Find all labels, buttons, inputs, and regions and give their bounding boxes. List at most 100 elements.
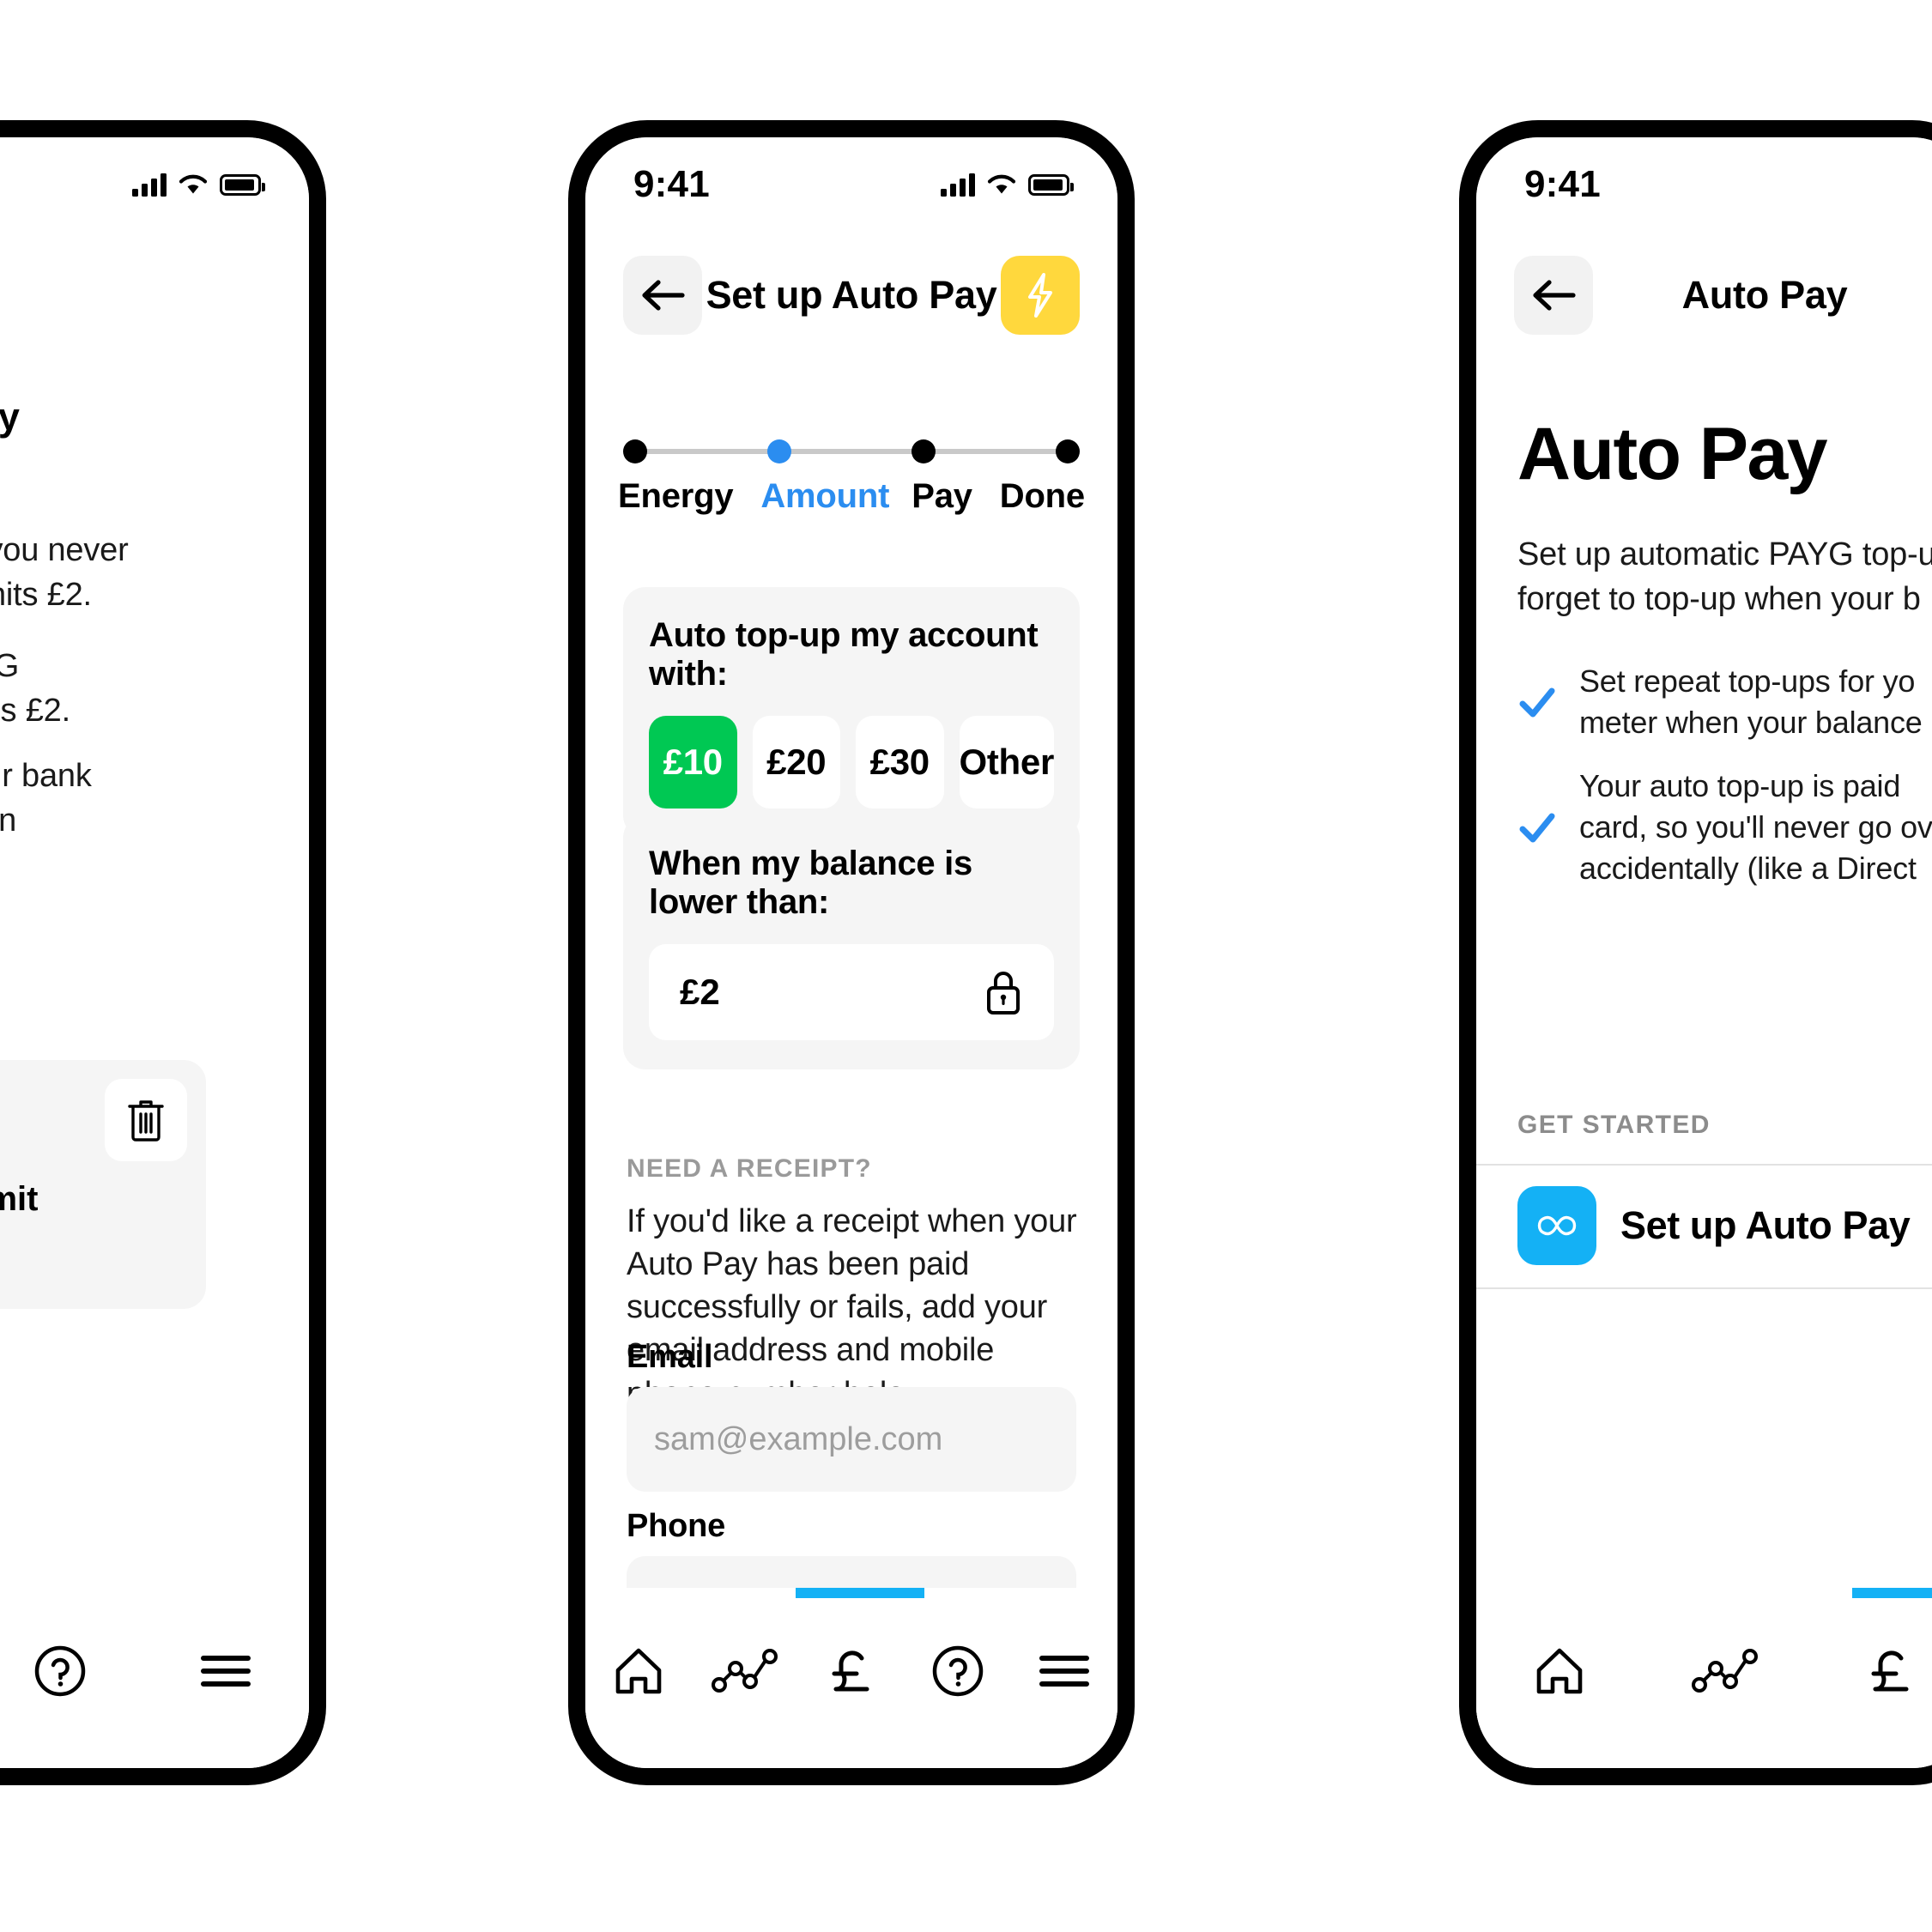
threshold-card-title: When my balance is lower than: — [649, 845, 972, 921]
tab-help-left[interactable] — [9, 1632, 112, 1710]
status-bar-center: 9:41 — [585, 158, 1117, 211]
pound-icon — [1871, 1650, 1909, 1692]
tab-bar-center — [585, 1588, 1117, 1768]
left-para-line-2: op-ups for your PAYG your balance reache… — [0, 644, 240, 734]
left-para-text-3: op-ups for your PAYG — [0, 644, 240, 688]
tab-home-center[interactable] — [587, 1632, 690, 1710]
threshold-value-field[interactable]: £2 — [649, 944, 1054, 1040]
amount-option-10[interactable]: £10 — [649, 716, 737, 809]
benefit-text-1: Set repeat top-ups for yo meter when you… — [1579, 663, 1923, 740]
phone-right: 9:41 Auto Pay Auto Pay Set up automatic … — [1459, 120, 1932, 1785]
topup-amount-card: Auto top-up my account with: £10 £20 £30… — [623, 587, 1080, 838]
list-item-label: Set up Auto Pay — [1620, 1203, 1911, 1247]
step-label-energy: Energy — [618, 477, 734, 515]
wifi-icon — [987, 174, 1016, 194]
step-label-pay: Pay — [911, 477, 972, 515]
step-dot-done[interactable] — [1056, 439, 1080, 463]
stepper-dots — [623, 439, 1080, 463]
receipt-body: If you'd like a receipt when your Auto P… — [627, 1203, 1077, 1412]
flash-action-button[interactable] — [1001, 256, 1080, 335]
page-title-left: Auto Pay — [0, 395, 20, 439]
trash-icon[interactable] — [105, 1079, 187, 1161]
back-button-right[interactable] — [1514, 256, 1593, 335]
trash-icon-glyph — [128, 1100, 164, 1142]
usage-chart-icon — [712, 1649, 778, 1693]
back-button[interactable] — [623, 256, 702, 335]
help-circle-icon — [932, 1645, 984, 1697]
auto-pay-heading: Auto Pay — [1517, 413, 1828, 495]
lightning-bolt-icon — [1028, 273, 1052, 318]
phone-left-screen: Auto Pay c PAYG top-ups so you never whe… — [0, 137, 309, 1768]
left-para-line-1: c PAYG top-ups so you never when your ba… — [0, 528, 240, 618]
step-label-done: Done — [999, 477, 1085, 515]
email-label: Email — [627, 1339, 713, 1375]
tab-usage-right[interactable] — [1674, 1632, 1777, 1710]
battery-icon — [1028, 173, 1074, 196]
tab-pound-right[interactable] — [1839, 1632, 1932, 1710]
tab-usage-center[interactable] — [693, 1632, 796, 1710]
home-icon — [1536, 1648, 1582, 1694]
email-input[interactable]: sam@example.com — [627, 1387, 1076, 1492]
get-started-kicker: GET STARTED — [1517, 1111, 1711, 1139]
tab-pound-center[interactable] — [800, 1632, 903, 1710]
tab-help-center[interactable] — [906, 1632, 1009, 1710]
topup-card-title: Auto top-up my account with: — [649, 616, 1039, 693]
benefit-item-2: Your auto top-up is paid card, so you'll… — [1517, 766, 1932, 889]
benefit-item-1: Set repeat top-ups for yo meter when you… — [1517, 661, 1932, 743]
tab-bar-right — [1476, 1588, 1932, 1768]
tab-bar-left — [0, 1588, 309, 1768]
status-bar-left — [0, 158, 309, 211]
auto-pay-intro: Set up automatic PAYG top-u forget to to… — [1517, 536, 1932, 618]
topup-amount-options: £10 £20 £30 Other — [649, 716, 1054, 809]
stepper-track — [623, 439, 1080, 463]
credit-limit-card: Credit limit £2.00 — [0, 1060, 206, 1309]
status-icons-center — [941, 173, 1074, 197]
cellular-signal-icon — [132, 173, 167, 197]
left-para-text-6: ll never go overdrawn — [0, 802, 17, 839]
tab-active-indicator-right — [1852, 1588, 1932, 1598]
tab-home-right[interactable] — [1508, 1632, 1611, 1710]
phone-left: Auto Pay c PAYG top-ups so you never whe… — [0, 120, 326, 1785]
tab-menu-center[interactable] — [1013, 1632, 1116, 1710]
list-divider-bottom — [1476, 1287, 1932, 1289]
tab-menu-left[interactable] — [174, 1632, 277, 1710]
status-bar-right: 9:41 — [1476, 158, 1932, 211]
home-icon — [615, 1648, 662, 1694]
amount-option-20[interactable]: £20 — [752, 716, 840, 809]
status-time-right: 9:41 — [1524, 163, 1601, 205]
step-dot-pay[interactable] — [911, 439, 936, 463]
tab-active-indicator-center — [796, 1588, 924, 1598]
lock-icon — [987, 972, 1020, 1014]
step-dot-amount[interactable] — [767, 439, 791, 463]
left-para-line-3: p-up is paid with your bank ll never go … — [0, 754, 240, 888]
setup-stepper: Energy Amount Pay Done — [618, 439, 1085, 516]
menu-icon — [1039, 1656, 1089, 1687]
nav-bar-right: Auto Pay — [1476, 244, 1932, 347]
left-para-text-5: p-up is paid with your bank — [0, 758, 92, 794]
step-dot-energy[interactable] — [623, 439, 647, 463]
threshold-value: £2 — [680, 972, 720, 1012]
infinity-icon-glyph — [1537, 1215, 1577, 1236]
screenshot-canvas: Auto Pay c PAYG top-ups so you never whe… — [0, 0, 1932, 1932]
benefit-list: Set repeat top-ups for yo meter when you… — [1517, 661, 1932, 911]
wifi-icon — [179, 174, 208, 194]
step-label-amount: Amount — [760, 477, 890, 515]
battery-icon — [220, 173, 265, 196]
stepper-labels: Energy Amount Pay Done — [618, 477, 1085, 516]
list-item-setup-auto-pay[interactable]: Set up Auto Pay — [1517, 1186, 1932, 1265]
left-para-text-4: your balance reaches £2. — [0, 693, 70, 730]
status-time-center: 9:41 — [633, 163, 710, 205]
page-title-center: Set up Auto Pay — [706, 273, 997, 317]
pound-icon — [832, 1650, 869, 1692]
arrow-left-icon — [1533, 280, 1576, 311]
status-icons-left — [132, 173, 265, 197]
arrow-left-icon — [642, 280, 685, 311]
receipt-kicker: NEED A RECEIPT? — [627, 1154, 872, 1183]
amount-option-30[interactable]: £30 — [856, 716, 944, 809]
amount-option-other[interactable]: Other — [959, 716, 1054, 809]
credit-limit-label: Credit limit — [0, 1180, 39, 1218]
check-icon — [1519, 813, 1555, 843]
list-divider-top — [1476, 1164, 1932, 1166]
help-circle-icon — [34, 1645, 86, 1697]
page-title-right: Auto Pay — [1681, 273, 1848, 317]
